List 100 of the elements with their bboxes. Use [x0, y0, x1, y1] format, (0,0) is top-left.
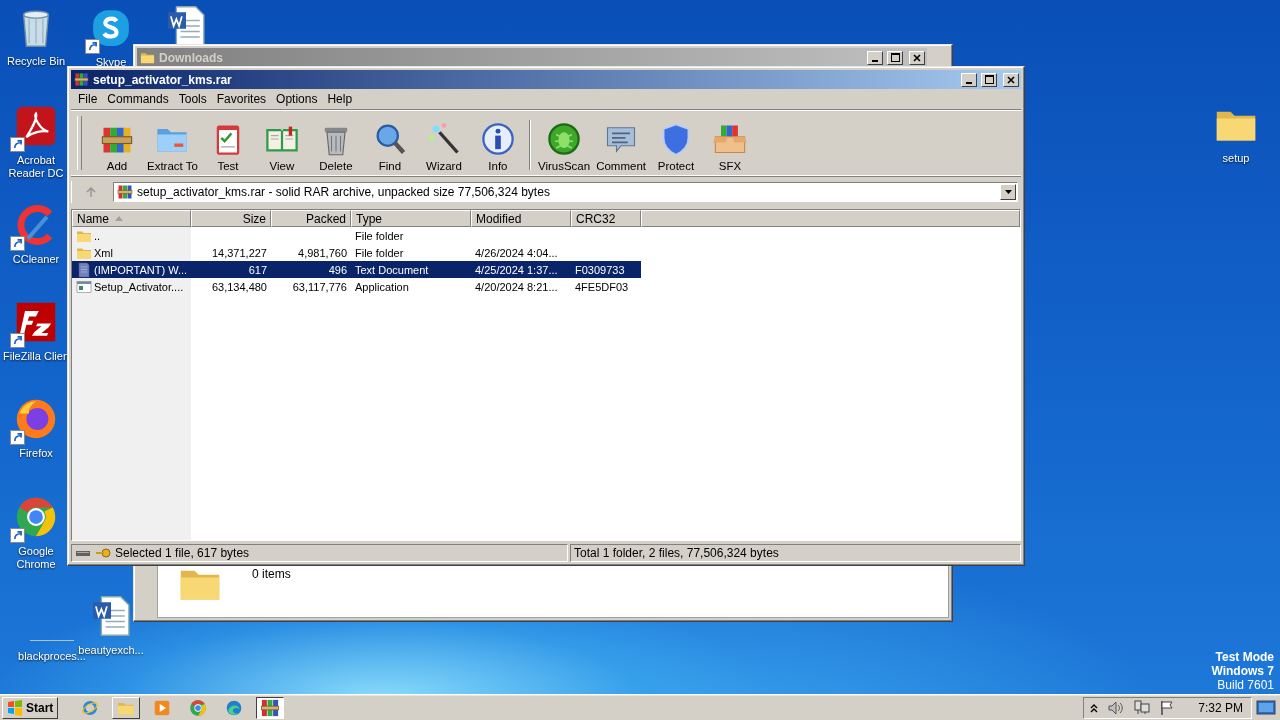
chevron-up-icon[interactable]	[1090, 702, 1099, 713]
toolbar-button[interactable]: View	[254, 121, 309, 172]
close-button[interactable]	[909, 50, 925, 65]
toolbar-button[interactable]: Extract To	[144, 121, 201, 172]
archive-icon	[260, 697, 281, 718]
desktop-icon-label[interactable]: Firefox	[19, 447, 53, 460]
table-cell-text: 14,371,227	[210, 245, 268, 261]
key-icon	[95, 548, 111, 558]
minimize-button[interactable]	[867, 50, 883, 65]
text-file-icon	[76, 261, 92, 278]
maximize-button[interactable]	[887, 50, 903, 65]
network-icon[interactable]	[1134, 700, 1151, 715]
maximize-icon	[984, 75, 994, 84]
table-cell-text: 4FE5DF03	[574, 279, 630, 295]
status-text: Selected 1 file, 617 bytes	[115, 546, 250, 560]
minimize-icon	[966, 81, 972, 84]
window-title: setup_activator_kms.rar	[93, 72, 233, 87]
status-text: Total 1 folder, 2 files, 77,506,324 bytes	[574, 546, 779, 560]
toolbar-button[interactable]: VirusScan	[534, 121, 594, 172]
browser-icon	[189, 698, 208, 717]
menu-item[interactable]: Options	[271, 90, 323, 107]
maximize-icon	[890, 53, 900, 62]
menu-item[interactable]: Commands	[102, 90, 174, 107]
menu-item[interactable]: Help	[322, 90, 358, 107]
browser-icon	[14, 397, 58, 441]
file-name-cell[interactable]: (IMPORTANT) W...	[72, 261, 191, 278]
toolbar-button[interactable]: Find	[362, 121, 417, 172]
column-header[interactable]: Size	[191, 210, 271, 227]
clock[interactable]: 7:32 PM	[1198, 700, 1243, 715]
toolbar-button[interactable]: Wizard	[416, 121, 471, 172]
file-name-cell[interactable]: ..	[72, 227, 191, 244]
window-title: Downloads	[159, 50, 224, 65]
desktop-icon-label[interactable]: Recycle Bin	[6, 55, 66, 68]
table-cell-text: 4,981,760	[297, 245, 348, 261]
application-icon	[76, 278, 92, 295]
desktop-icon-label[interactable]: Google Chrome	[16, 545, 56, 571]
notice-text: Test Mode	[1215, 650, 1274, 664]
up-arrow-icon	[84, 186, 97, 198]
archive-icon	[74, 72, 89, 87]
bug-icon	[546, 121, 583, 157]
start-button[interactable]: Start	[2, 696, 59, 719]
media-player-icon	[153, 698, 172, 717]
toolbar-button[interactable]: SFX	[703, 121, 757, 172]
table-cell: 617	[191, 261, 271, 278]
toolbar-button[interactable]: Info	[470, 121, 525, 172]
show-desktop-icon[interactable]	[1256, 699, 1276, 716]
toolbar-button[interactable]: Protect	[649, 121, 703, 172]
desktop-icon-label[interactable]: CCleaner	[12, 253, 60, 266]
app-icon	[14, 300, 58, 344]
table-cell: 496	[271, 261, 351, 278]
table-cell-text: Application	[354, 279, 410, 295]
sort-arrow-icon	[115, 216, 123, 221]
windows-flag-icon	[7, 699, 23, 716]
column-header[interactable]: Packed	[271, 210, 351, 227]
table-cell-text: File folder	[354, 245, 405, 261]
address-field[interactable]: setup_activator_kms.rar - solid RAR archive, unpacked size 77,506,324 bytes	[113, 182, 1018, 202]
speaker-icon[interactable]	[1108, 700, 1125, 715]
close-icon	[913, 53, 921, 62]
archive-icon	[117, 184, 133, 200]
pdf-icon	[14, 104, 58, 148]
table-cell-text: 4/20/2024 8:21...	[474, 279, 559, 295]
table-cell-text: 63,134,480	[210, 279, 268, 295]
toolbar-button[interactable]: Test	[200, 121, 255, 172]
caret-icon	[1004, 190, 1012, 194]
table-cell-text: 4/26/2024 4:04...	[474, 245, 559, 261]
notice-text: Build 7601	[1217, 678, 1274, 692]
dropdown-button[interactable]	[1000, 184, 1016, 200]
file-name-cell[interactable]: Xml	[72, 244, 191, 261]
file-name-cell[interactable]: Setup_Activator....	[72, 278, 191, 295]
flag-icon[interactable]	[1160, 700, 1175, 715]
close-icon	[1007, 75, 1015, 84]
maximize-button[interactable]	[981, 72, 997, 87]
column-header[interactable]: Name	[72, 210, 191, 227]
column-header[interactable]: Modified	[471, 210, 571, 227]
item-count: 0 items	[252, 567, 291, 581]
browser-icon	[14, 495, 58, 539]
table-cell-text: File folder	[354, 228, 405, 244]
menu-item[interactable]: File	[73, 90, 103, 107]
browser-icon	[225, 698, 244, 717]
menu-item[interactable]: Tools	[173, 90, 212, 107]
minimize-icon	[872, 59, 878, 62]
taskbar-app-button[interactable]	[256, 696, 285, 719]
info-icon	[479, 121, 516, 157]
notice-text: Windows 7	[1211, 664, 1274, 678]
table-cell: 4/25/2024 1:37...	[471, 261, 571, 278]
table-cell-text: 63,117,776	[291, 279, 348, 295]
column-header[interactable]: Type	[351, 210, 471, 227]
drive-icon	[75, 548, 91, 558]
table-cell: F0309733	[571, 261, 641, 278]
toolbar-button[interactable]: Delete	[308, 121, 363, 172]
table-cell: Text Document	[351, 261, 471, 278]
browser-icon	[81, 698, 100, 717]
toolbar-button[interactable]: Add	[90, 121, 144, 172]
menu-item[interactable]: Favorites	[211, 90, 272, 107]
desktop-icon-label[interactable]: Acrobat Reader DC	[8, 154, 64, 180]
column-header[interactable]: CRC32	[571, 210, 641, 227]
minimize-button[interactable]	[961, 72, 977, 87]
toolbar-button[interactable]: Comment	[593, 121, 649, 172]
close-button[interactable]	[1003, 72, 1019, 87]
desktop-icon-label[interactable]: setup	[1222, 152, 1250, 165]
